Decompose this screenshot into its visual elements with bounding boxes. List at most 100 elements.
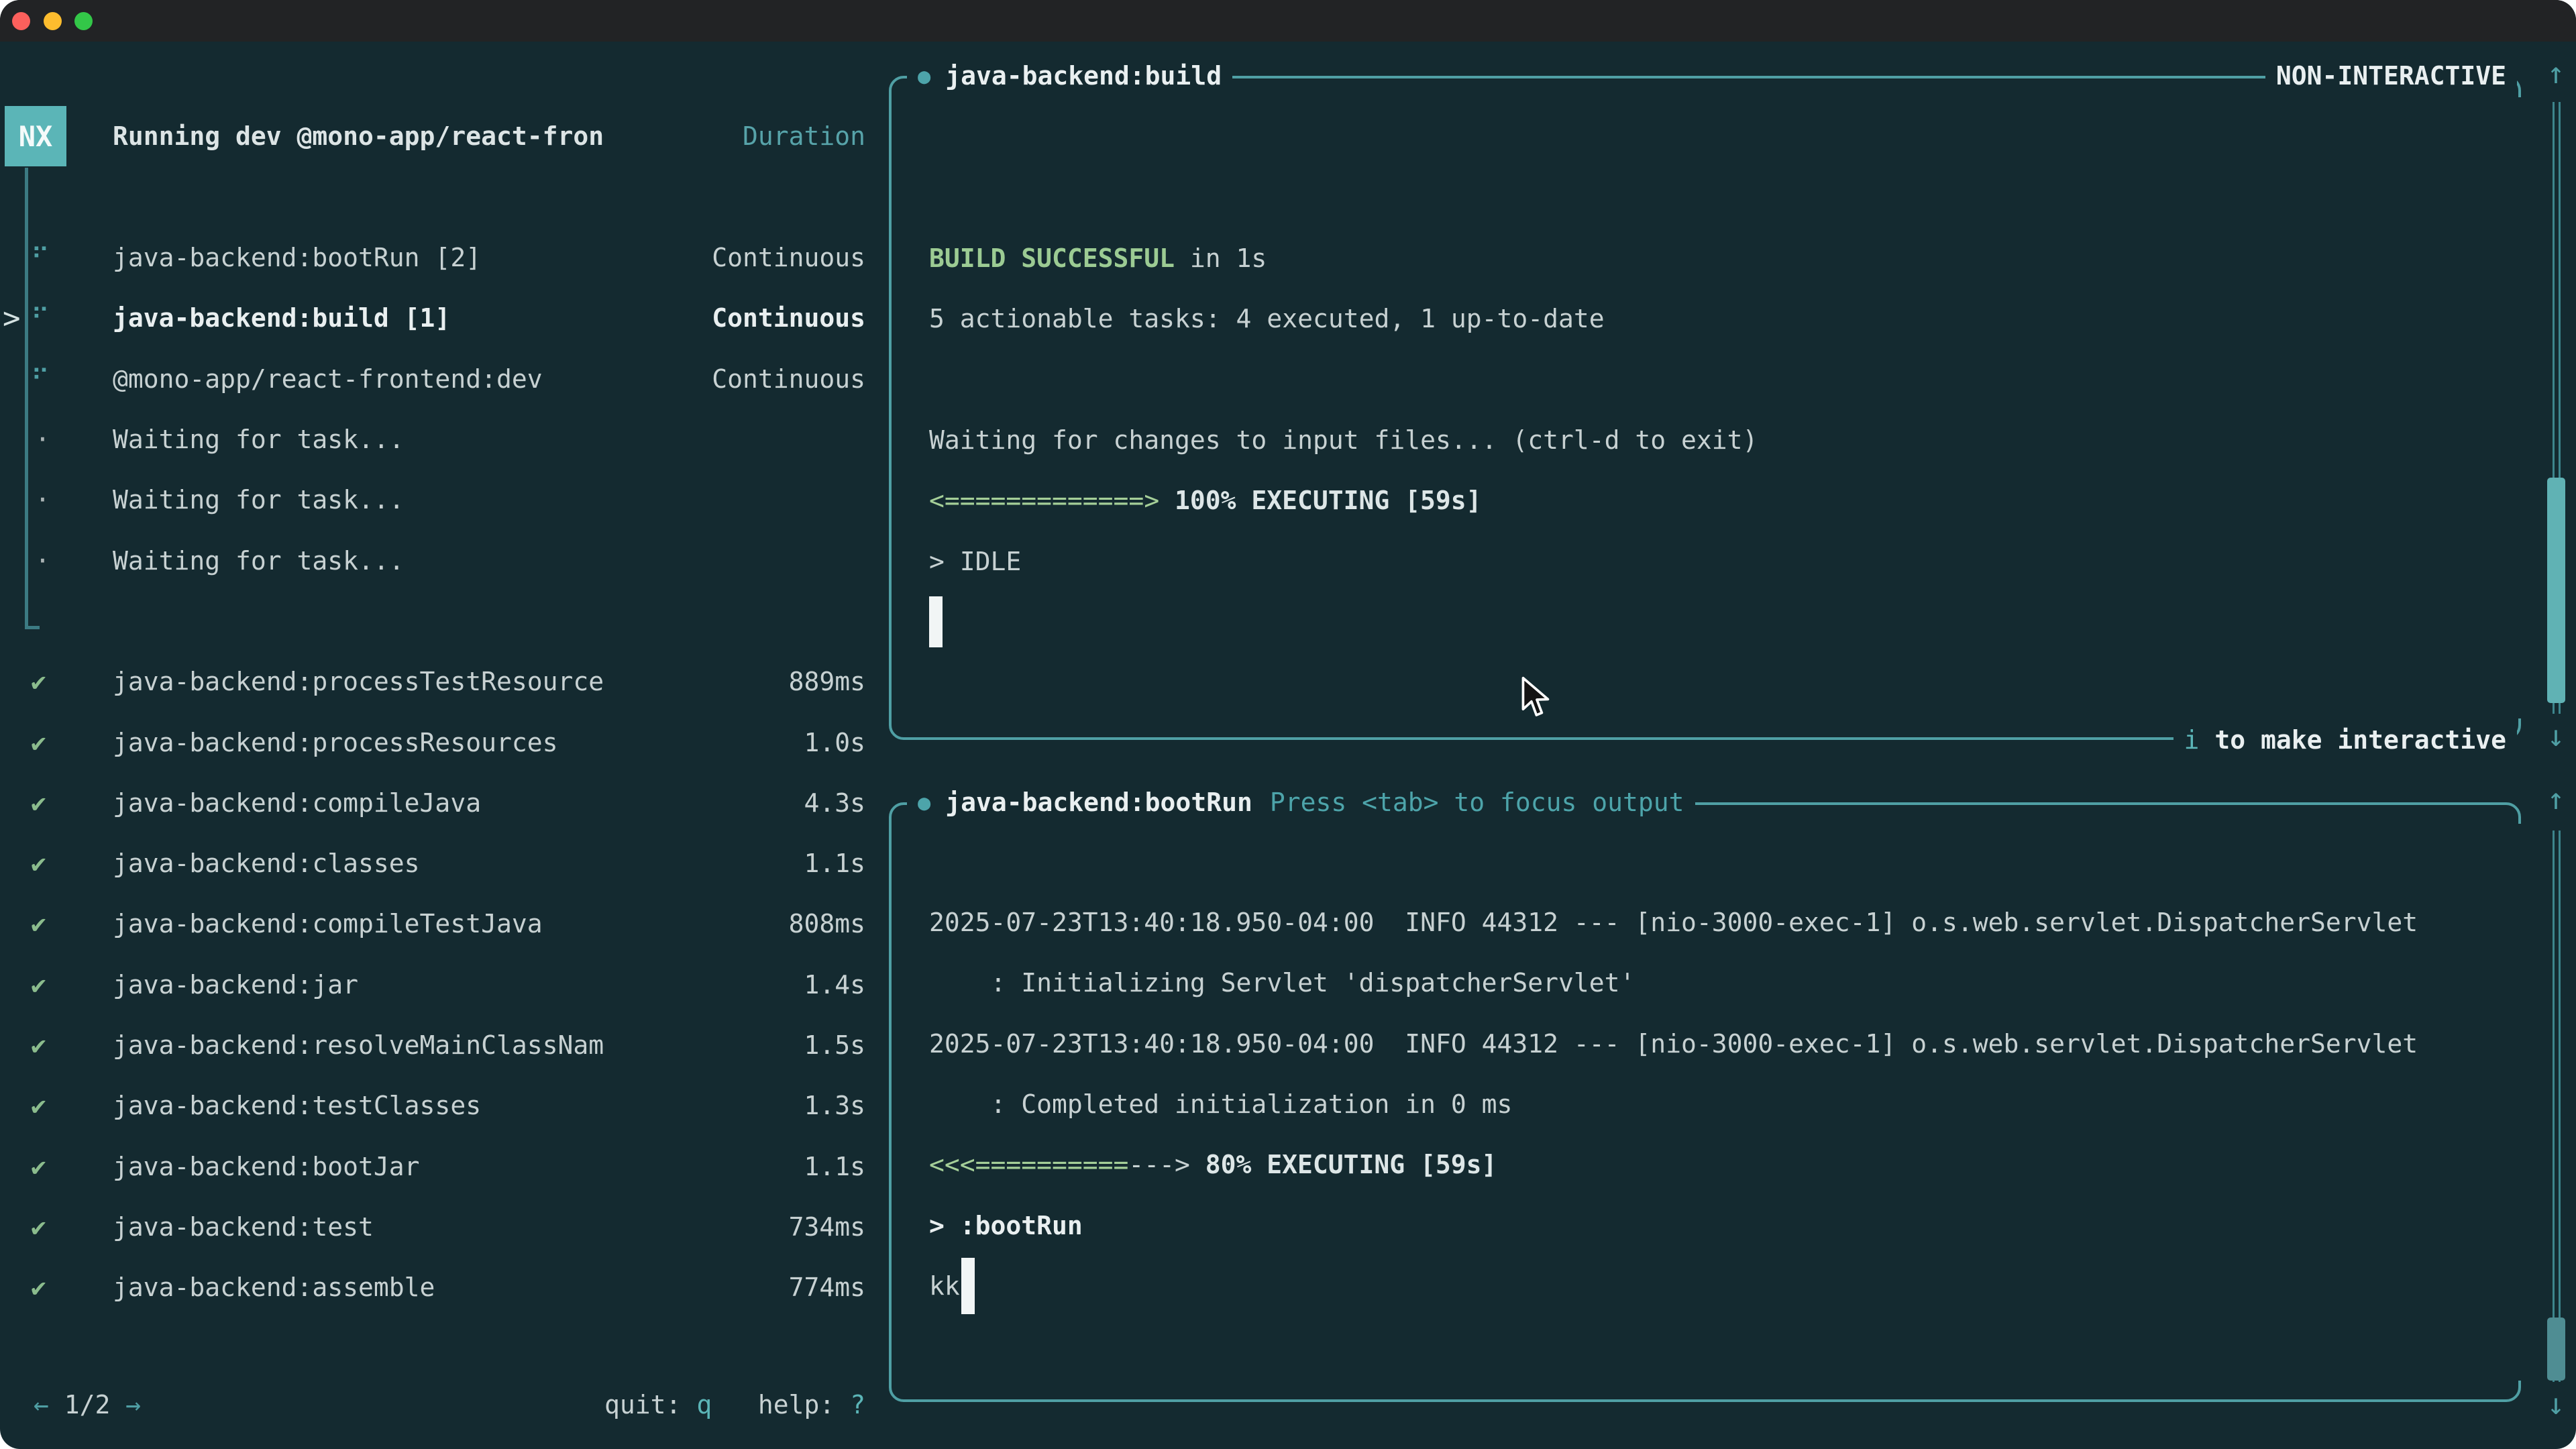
waiting-dot-icon: · (35, 546, 50, 576)
log-line: : Initializing Servlet 'dispatcherServle… (929, 953, 2418, 1013)
bootrun-panel-header[interactable]: ● java-backend:bootRun Press <tab> to fo… (907, 782, 1695, 823)
task-row-done[interactable]: ✔ java-backend:resolveMainClassNam 1.5s (0, 1015, 892, 1075)
check-icon: ✔ (31, 909, 46, 938)
waiting-dot-icon: · (35, 425, 50, 454)
scroll-down-icon[interactable]: ↓ (2540, 1387, 2572, 1421)
build-panel-output: BUILD SUCCESSFUL in 1s 5 actionable task… (929, 228, 1758, 652)
task-row-done[interactable]: ✔ java-backend:assemble 774ms (0, 1257, 892, 1318)
task-row-waiting: · Waiting for task... (0, 530, 892, 590)
check-icon: ✔ (31, 970, 46, 1000)
duration-column-header: Duration (743, 121, 865, 151)
task-row-react-dev[interactable]: ⠋ @mono-app/react-frontend:dev Continuou… (0, 349, 892, 409)
terminal-window: NX Running dev @mono-app/react-fron Dura… (0, 0, 2576, 1449)
typed-input: kk (929, 1271, 960, 1301)
keybind-hints: quit: q help: ? (604, 1390, 865, 1419)
task-status: Continuous (712, 303, 865, 333)
task-row-done[interactable]: ✔ java-backend:jar 1.4s (0, 955, 892, 1015)
running-dot-icon: ● (918, 63, 930, 89)
scroll-up-icon[interactable]: ↑ (2540, 782, 2572, 816)
check-icon: ✔ (31, 1091, 46, 1120)
task-row-bootrun[interactable]: ⠋ java-backend:bootRun [2] Continuous (0, 227, 892, 288)
task-name: java-backend:compileTestJava (113, 909, 543, 938)
task-name: java-backend:jar (113, 970, 358, 1000)
scrollbar-thumb[interactable] (2547, 478, 2565, 703)
progress-tail: ---> (1128, 1150, 1190, 1179)
bootrun-input-line[interactable]: kk (929, 1256, 2418, 1316)
close-button[interactable] (12, 12, 30, 30)
titlebar[interactable] (0, 0, 2576, 42)
progress-label: 100% EXECUTING [59s] (1175, 486, 1482, 515)
task-row-done[interactable]: ✔ java-backend:compileTestJava 808ms (0, 894, 892, 954)
task-name: Waiting for task... (113, 425, 405, 454)
task-duration: 1.3s (804, 1091, 865, 1120)
scrollbar-track[interactable] (2559, 830, 2561, 1382)
mouse-cursor (1520, 676, 1552, 725)
interactive-hint: i to make interactive (2174, 719, 2517, 761)
list-gap (0, 591, 892, 651)
task-duration: 1.0s (804, 728, 865, 757)
hint-key[interactable]: i (2184, 725, 2200, 755)
focus-output-hint: Press <tab> to focus output (1270, 788, 1684, 817)
spinner-icon: ⠋ (31, 364, 50, 394)
page-indicator: 1/2 (49, 1390, 125, 1419)
task-status: Continuous (712, 243, 865, 272)
terminal-cursor (929, 596, 943, 647)
minimize-button[interactable] (44, 12, 62, 30)
page-right-arrow[interactable]: → (125, 1390, 141, 1419)
task-name: java-backend:resolveMainClassNam (113, 1030, 604, 1060)
task-name: java-backend:processTestResource (113, 667, 604, 696)
bootrun-panel-title: java-backend:bootRun (945, 788, 1252, 817)
task-duration: 1.1s (804, 1152, 865, 1181)
screen: NX Running dev @mono-app/react-fron Dura… (0, 0, 2576, 1449)
spinner-icon: ⠋ (31, 243, 50, 272)
task-name: Waiting for task... (113, 485, 405, 515)
sidebar-footer: ← 1/2 → quit: q help: ? (0, 1375, 892, 1435)
task-duration: 734ms (789, 1212, 865, 1242)
task-name: java-backend:test (113, 1212, 374, 1242)
check-icon: ✔ (31, 667, 46, 696)
check-icon: ✔ (31, 1273, 46, 1302)
task-row-done[interactable]: ✔ java-backend:test 734ms (0, 1197, 892, 1257)
scroll-down-icon[interactable]: ↓ (2540, 719, 2572, 753)
task-duration: 889ms (789, 667, 865, 696)
check-icon: ✔ (31, 849, 46, 878)
progress-bar: <<<========== (929, 1150, 1128, 1179)
bootrun-task-line: > :bootRun (929, 1195, 2418, 1255)
task-row-done[interactable]: ✔ java-backend:compileJava 4.3s (0, 773, 892, 833)
task-list: ⠋ java-backend:bootRun [2] Continuous > … (0, 227, 892, 1318)
task-name: java-backend:testClasses (113, 1091, 481, 1120)
task-duration: 1.1s (804, 849, 865, 878)
task-row-done[interactable]: ✔ java-backend:classes 1.1s (0, 833, 892, 894)
task-row-done[interactable]: ✔ java-backend:processTestResource 889ms (0, 651, 892, 712)
selection-caret-icon: > (3, 301, 21, 335)
build-waiting-line: Waiting for changes to input files... (c… (929, 410, 1758, 470)
check-icon: ✔ (31, 1212, 46, 1242)
page-left-arrow[interactable]: ← (34, 1390, 49, 1419)
run-command-title: Running dev @mono-app/react-fron (113, 121, 604, 151)
task-duration: 1.4s (804, 970, 865, 1000)
zoom-button[interactable] (74, 12, 93, 30)
spinner-icon: ⠋ (31, 303, 50, 333)
scroll-up-icon[interactable]: ↑ (2540, 56, 2572, 91)
progress-label: 80% EXECUTING [59s] (1205, 1150, 1497, 1179)
blank-line (929, 350, 1758, 410)
build-panel-header[interactable]: ● java-backend:build (907, 55, 1232, 97)
task-duration: 808ms (789, 909, 865, 938)
task-name: @mono-app/react-frontend:dev (113, 364, 543, 394)
task-row-done[interactable]: ✔ java-backend:processResources 1.0s (0, 712, 892, 772)
task-name: java-backend:classes (113, 849, 420, 878)
log-line: : Completed initialization in 0 ms (929, 1074, 2418, 1134)
build-result-line: BUILD SUCCESSFUL in 1s (929, 228, 1758, 288)
task-row-done[interactable]: ✔ java-backend:bootJar 1.1s (0, 1136, 892, 1196)
task-name: java-backend:bootJar (113, 1152, 420, 1181)
task-status: Continuous (712, 364, 865, 394)
quit-key[interactable]: q (696, 1390, 712, 1419)
task-row-done[interactable]: ✔ java-backend:testClasses 1.3s (0, 1075, 892, 1136)
log-line: 2025-07-23T13:40:18.950-04:00 INFO 44312… (929, 1014, 2418, 1074)
task-duration: 4.3s (804, 788, 865, 818)
scrollbar-track[interactable] (2553, 830, 2555, 1382)
help-key[interactable]: ? (850, 1390, 865, 1419)
build-cursor-line (929, 592, 1758, 652)
scrollbar-thumb[interactable] (2547, 1318, 2565, 1381)
task-row-build-selected[interactable]: > ⠋ java-backend:build [1] Continuous (0, 288, 892, 348)
